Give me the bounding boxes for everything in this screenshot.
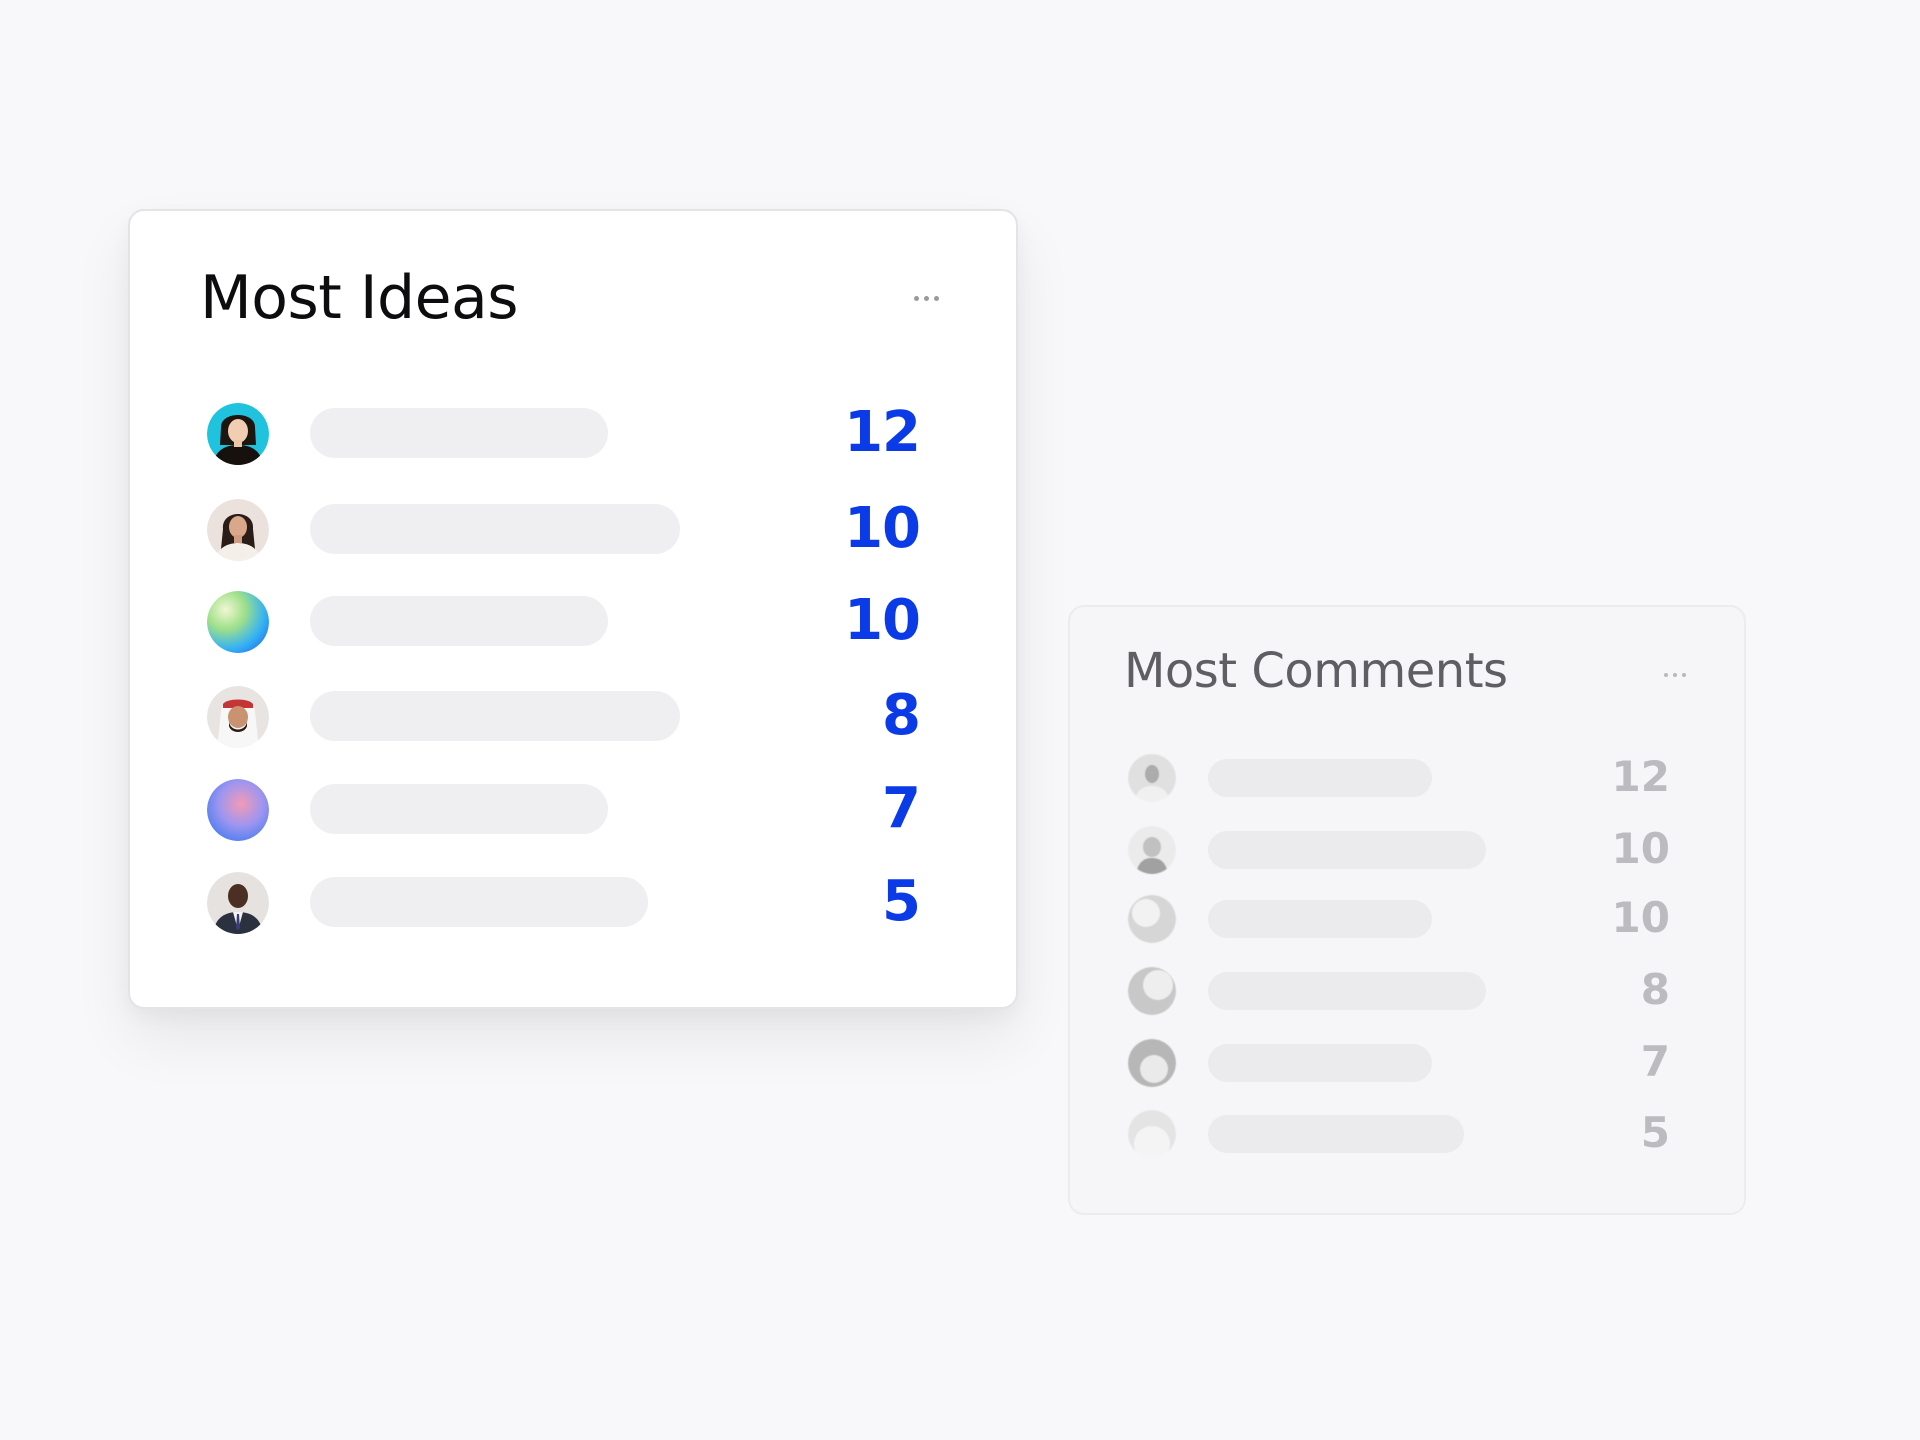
- name-placeholder-bar: [310, 691, 680, 741]
- list-item[interactable]: 10: [130, 586, 1016, 656]
- most-ideas-card: Most Ideas 12 10 10 8 7 5: [128, 209, 1018, 1009]
- avatar: [207, 872, 269, 934]
- idea-count: 10: [844, 588, 921, 653]
- avatar: [207, 686, 269, 748]
- idea-count: 10: [844, 496, 921, 561]
- comment-count: 10: [1611, 824, 1670, 873]
- avatar: [1128, 895, 1176, 943]
- list-item[interactable]: 10: [1070, 893, 1744, 943]
- avatar: [1128, 967, 1176, 1015]
- name-placeholder-bar: [310, 877, 648, 927]
- list-item[interactable]: 8: [1070, 965, 1744, 1015]
- list-item[interactable]: 7: [130, 774, 1016, 844]
- idea-count: 5: [882, 869, 921, 934]
- name-placeholder-bar: [310, 784, 608, 834]
- list-item[interactable]: 5: [130, 867, 1016, 937]
- name-placeholder-bar: [1208, 831, 1486, 869]
- most-comments-card: Most Comments 12 10 10 8 7 5: [1068, 605, 1746, 1215]
- avatar: [207, 499, 269, 561]
- avatar: [1128, 754, 1176, 802]
- most-ideas-list: 12 10 10 8 7 5: [130, 211, 1016, 1007]
- name-placeholder-bar: [1208, 972, 1486, 1010]
- most-comments-list: 12 10 10 8 7 5: [1070, 607, 1744, 1213]
- comment-count: 5: [1640, 1108, 1670, 1157]
- comment-count: 12: [1611, 752, 1670, 801]
- comment-count: 7: [1640, 1037, 1670, 1086]
- comment-count: 10: [1611, 893, 1670, 942]
- name-placeholder-bar: [310, 408, 608, 458]
- name-placeholder-bar: [310, 504, 680, 554]
- idea-count: 12: [844, 400, 921, 465]
- name-placeholder-bar: [310, 596, 608, 646]
- name-placeholder-bar: [1208, 1115, 1464, 1153]
- avatar: [1128, 1039, 1176, 1087]
- list-item[interactable]: 10: [1070, 824, 1744, 874]
- avatar: [207, 779, 269, 841]
- list-item[interactable]: 12: [130, 398, 1016, 468]
- list-item[interactable]: 10: [130, 494, 1016, 564]
- name-placeholder-bar: [1208, 759, 1432, 797]
- name-placeholder-bar: [1208, 1044, 1432, 1082]
- comment-count: 8: [1640, 965, 1670, 1014]
- idea-count: 8: [882, 683, 921, 748]
- avatar: [1128, 1110, 1176, 1158]
- list-item[interactable]: 8: [130, 681, 1016, 751]
- list-item[interactable]: 7: [1070, 1037, 1744, 1087]
- list-item[interactable]: 5: [1070, 1108, 1744, 1158]
- name-placeholder-bar: [1208, 900, 1432, 938]
- idea-count: 7: [882, 776, 921, 841]
- avatar: [207, 591, 269, 653]
- avatar: [1128, 826, 1176, 874]
- avatar: [207, 403, 269, 465]
- list-item[interactable]: 12: [1070, 752, 1744, 802]
